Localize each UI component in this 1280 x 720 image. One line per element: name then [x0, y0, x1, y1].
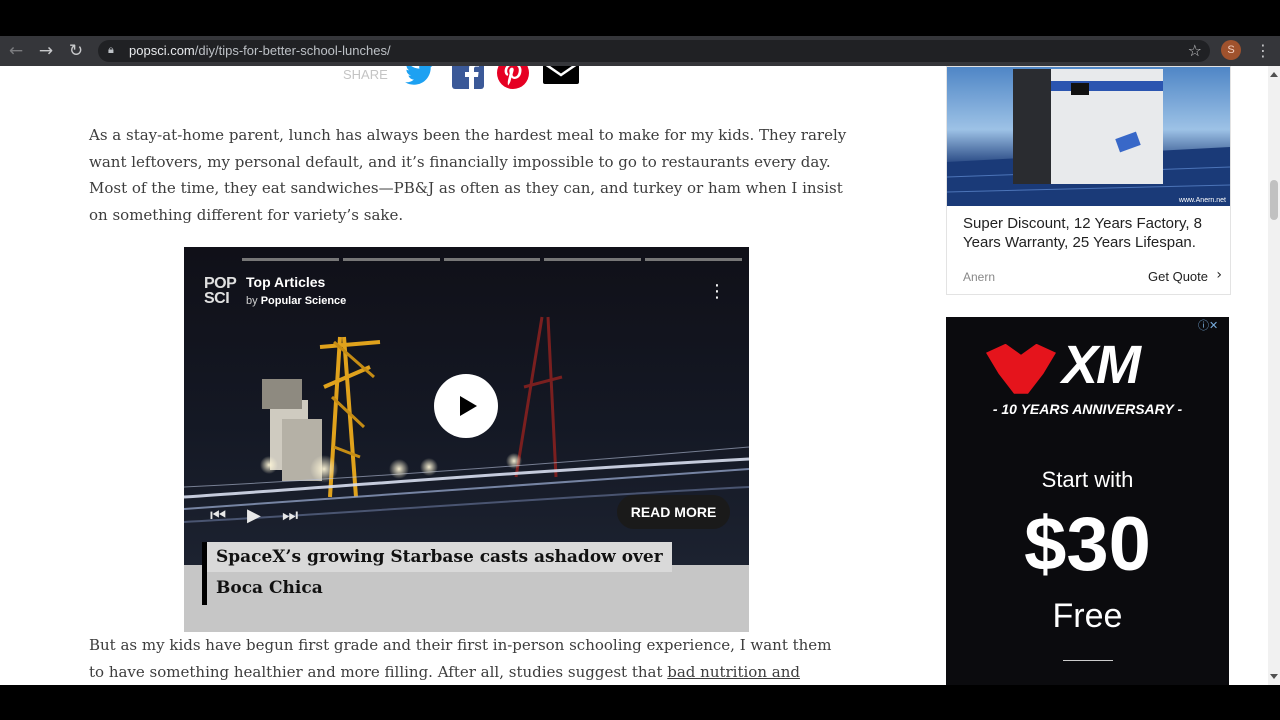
video-caption-line-2[interactable]: Boca Chica — [207, 573, 332, 603]
ad-brand: Anern — [963, 270, 996, 284]
email-icon[interactable] — [542, 66, 580, 90]
xm-divider — [1063, 660, 1113, 661]
bull-logo-icon — [986, 343, 1056, 394]
next-icon[interactable]: ⏭ — [282, 505, 298, 526]
play-button[interactable] — [434, 374, 498, 438]
back-icon[interactable]: ← — [5, 40, 27, 62]
xm-logo: XM — [986, 335, 1141, 395]
xm-free-text: Free — [1052, 597, 1123, 635]
playlist-byline: by Popular Science — [246, 295, 347, 307]
xm-amount: $30 — [1024, 502, 1151, 587]
get-quote-button[interactable]: Get Quote — [1148, 269, 1208, 284]
xm-start-text: Start with — [1041, 467, 1134, 492]
video-caption-line-1[interactable]: SpaceX’s growing Starbase casts ashadow … — [207, 542, 672, 572]
ad-product-image: www.Anern.net — [947, 67, 1230, 206]
browser-toolbar: ← → ↻ 🔒︎ popsci.com/diy/tips-for-better-… — [0, 36, 1280, 66]
page-scrollbar[interactable] — [1268, 66, 1280, 685]
url-text[interactable]: popsci.com/diy/tips-for-better-school-lu… — [129, 43, 391, 58]
playlist-progress — [242, 258, 742, 261]
ad-choices-icon[interactable]: ⓘ✕ — [1198, 317, 1228, 332]
video-player[interactable]: POP SCI Top Articles by Popular Science … — [184, 247, 749, 632]
read-more-button[interactable]: READ MORE — [617, 495, 730, 529]
bookmark-star-icon[interactable]: ☆ — [1188, 41, 1202, 60]
article-paragraph-2: But as my kids have begun first grade an… — [89, 632, 849, 685]
video-menu-icon[interactable]: ⋮ — [708, 281, 726, 302]
xm-ad[interactable]: XM - 10 YEARS ANNIVERSARY - Start with $… — [946, 317, 1229, 685]
scroll-up-icon[interactable] — [1270, 72, 1278, 77]
scrollbar-thumb[interactable] — [1270, 180, 1278, 220]
lock-icon: 🔒︎ — [108, 43, 114, 56]
facebook-icon[interactable] — [451, 66, 485, 90]
article-paragraph-1: As a stay-at-home parent, lunch has alwa… — [89, 126, 847, 224]
playlist-title: Top Articles — [246, 274, 326, 290]
ad-watermark: www.Anern.net — [1178, 197, 1226, 204]
scroll-down-icon[interactable] — [1270, 674, 1278, 679]
ad-description[interactable]: Super Discount, 12 Years Factory, 8 Year… — [963, 214, 1223, 252]
profile-avatar[interactable]: S — [1221, 40, 1241, 60]
screen-bottom-bar — [0, 685, 1280, 720]
address-bar[interactable]: 🔒︎ popsci.com/diy/tips-for-better-school… — [98, 40, 1210, 62]
play-small-icon[interactable]: ▶ — [247, 505, 261, 526]
previous-icon[interactable]: ⏮ — [210, 505, 226, 526]
reload-icon[interactable]: ↻ — [65, 40, 87, 62]
chevron-right-icon: › — [1216, 267, 1222, 283]
screen-top-bar — [0, 0, 1280, 36]
xm-anniversary: - 10 YEARS ANNIVERSARY - — [992, 401, 1183, 417]
browser-menu-icon[interactable]: ⋮ — [1254, 36, 1272, 66]
video-stage: POP SCI Top Articles by Popular Science … — [184, 247, 749, 565]
pinterest-icon[interactable] — [496, 66, 530, 90]
forward-icon[interactable]: → — [35, 40, 57, 62]
anern-ad[interactable]: www.Anern.net Super Discount, 12 Years F… — [946, 66, 1231, 295]
share-label: SHARE — [343, 67, 388, 82]
twitter-icon[interactable] — [403, 66, 437, 90]
popsci-logo: POP SCI — [204, 275, 237, 307]
page-viewport: SHARE As a stay-at-home parent, lunch ha… — [0, 66, 1268, 685]
